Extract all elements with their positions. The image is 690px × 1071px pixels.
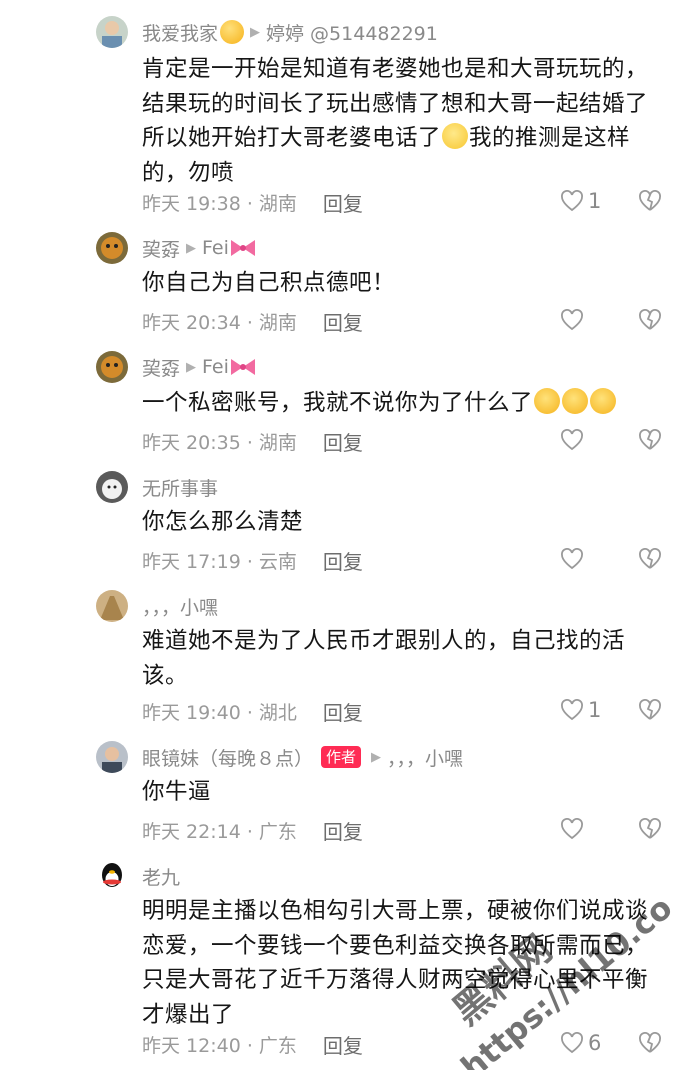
timestamp-location: 昨天 19:40 · 湖北 [142,701,297,724]
reply-button[interactable]: 回复 [323,188,363,217]
like-button[interactable] [560,544,600,574]
reply-button[interactable]: 回复 [323,697,363,726]
comment-text: 你牛逼 [142,779,212,805]
reply-button[interactable]: 回复 [323,816,363,845]
avatar[interactable] [96,351,128,383]
comment-text: 难道她不是为了人民币才跟别人的，自己找的活该。 [142,628,626,689]
bow-emoji-icon [230,359,255,375]
comment-text-body: 一个私密账号，我就不说你为了什么了 [142,390,534,416]
dislike-button[interactable] [638,425,662,455]
broken-heart-icon [639,699,661,720]
laughing-emoji-icon [534,388,561,414]
smirk-emoji-icon [442,123,469,149]
dislike-button[interactable] [638,695,662,725]
dislike-button[interactable] [638,305,662,335]
username[interactable]: ，，，小嘿 [142,593,218,620]
like-button[interactable] [560,305,600,335]
like-button[interactable]: 1 [560,695,601,725]
timestamp-location: 昨天 12:40 · 广东 [142,1034,297,1057]
timestamp-location: 昨天 17:19 · 云南 [142,550,297,573]
heart-icon [561,429,583,451]
heart-icon [561,548,583,570]
comment-header: 巭孬 ▶ Fei [142,233,257,263]
laughing-emoji-icon [590,388,617,414]
timestamp-location: 昨天 20:35 · 湖南 [142,431,297,454]
avatar[interactable] [96,590,128,622]
heart-icon [561,1032,583,1054]
comment-meta: 昨天 22:14 · 广东 回复 [142,815,363,845]
heart-icon [561,309,583,331]
reply-button[interactable]: 回复 [323,546,363,575]
comment-meta: 昨天 12:40 · 广东 回复 [142,1029,363,1059]
avatar[interactable] [96,741,128,773]
username[interactable]: 无所事事 [142,474,218,501]
heart-icon [561,190,583,212]
comment-text: 你自己为自己积点德吧！ [142,270,396,296]
like-button[interactable] [560,425,600,455]
like-count: 1 [588,698,602,722]
reply-button[interactable]: 回复 [323,427,363,456]
avatar[interactable] [96,471,128,503]
comment-meta: 昨天 20:34 · 湖南 回复 [142,306,363,336]
heart-icon [561,699,583,721]
comment-meta: 昨天 17:19 · 云南 回复 [142,545,363,575]
like-button[interactable]: 1 [560,186,601,216]
username[interactable]: 巭孬 [142,354,180,381]
broken-heart-icon [639,1032,661,1053]
like-button[interactable]: 6 [560,1028,601,1058]
username[interactable]: 我爱我家 [142,19,218,46]
comment-header: 我爱我家 ▶ 婷婷 @514482291 [142,17,438,47]
heart-icon [561,818,583,840]
broken-heart-icon [639,548,661,569]
comment-header: 老九 [142,861,180,891]
comment-text: 你怎么那么清楚 [142,509,304,535]
reply-button[interactable]: 回复 [323,307,363,336]
dislike-button[interactable] [638,186,662,216]
comment-header: 眼镜妹（每晚８点） 作者 ▶ ，，，小嘿 [142,742,463,772]
kiss-emoji-icon [220,20,245,44]
comment-meta: 昨天 19:40 · 湖北 回复 [142,696,363,726]
reply-arrow-icon: ▶ [186,240,197,256]
reply-arrow-icon: ▶ [186,359,197,375]
username[interactable]: 眼镜妹（每晚８点） [142,744,313,771]
timestamp-location: 昨天 19:38 · 湖南 [142,192,297,215]
reply-to-user[interactable]: Fei [202,237,229,259]
broken-heart-icon [639,190,661,211]
timestamp-location: 昨天 22:14 · 广东 [142,820,297,843]
comment-header: 巭孬 ▶ Fei [142,352,257,382]
like-button[interactable] [560,814,600,844]
avatar[interactable] [96,232,128,264]
reply-to-user[interactable]: Fei [202,356,229,378]
reply-arrow-icon: ▶ [250,24,261,40]
username[interactable]: 老九 [142,863,180,890]
comment-meta: 昨天 19:38 · 湖南 回复 [142,187,363,217]
dislike-button[interactable] [638,814,662,844]
reply-to-user[interactable]: ，，，小嘿 [387,744,463,771]
avatar[interactable] [96,860,128,892]
bow-emoji-icon [230,240,255,256]
timestamp-location: 昨天 20:34 · 湖南 [142,311,297,334]
comment-text: 肯定是一开始是知道有老婆她也是和大哥玩玩的，结果玩的时间长了玩出感情了想和大哥一… [142,52,662,190]
reply-to-user[interactable]: 婷婷 @514482291 [266,19,438,46]
broken-heart-icon [639,309,661,330]
dislike-button[interactable] [638,544,662,574]
username[interactable]: 巭孬 [142,235,180,262]
dislike-button[interactable] [638,1028,662,1058]
comment-header: 无所事事 [142,472,218,502]
broken-heart-icon [639,818,661,839]
comment-header: ，，，小嘿 [142,591,218,621]
broken-heart-icon [639,429,661,450]
like-count: 6 [588,1031,602,1055]
comment-text: 一个私密账号，我就不说你为了什么了 [142,386,662,421]
comment-text: 明明是主播以色相勾引大哥上票，硬被你们说成谈恋爱，一个要钱一个要色利益交换各取所… [142,898,649,1028]
author-badge: 作者 [321,746,362,768]
comment-meta: 昨天 20:35 · 湖南 回复 [142,426,363,456]
reply-arrow-icon: ▶ [371,749,382,765]
reply-button[interactable]: 回复 [323,1030,363,1059]
like-count: 1 [588,189,602,213]
avatar[interactable] [96,16,128,48]
laughing-emoji-icon [562,388,589,414]
